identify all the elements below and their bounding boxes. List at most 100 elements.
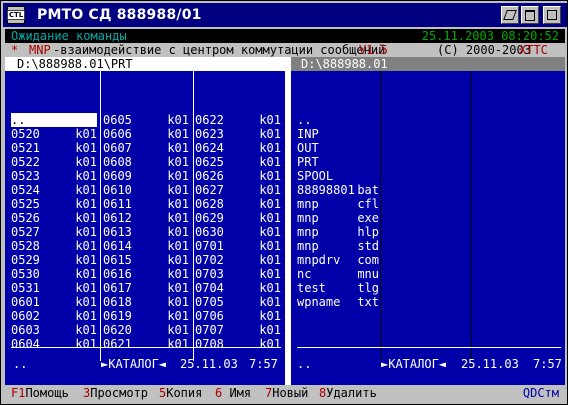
file-item[interactable]: test tlg <box>297 281 379 295</box>
left-file-panel[interactable]: D:\888988.01\PRT .. 0520 k01 0521 k01 0522 k01… <box>5 57 285 387</box>
key-copy[interactable]: 5Копия <box>159 386 202 400</box>
file-item[interactable]: 0621 k01 <box>103 337 189 351</box>
file-item[interactable]: 0618 k01 <box>103 295 189 309</box>
file-item[interactable]: 0628 k01 <box>195 197 281 211</box>
file-item[interactable]: 0619 k01 <box>103 309 189 323</box>
file-item[interactable]: 0612 k01 <box>103 211 189 225</box>
file-item[interactable]: 0620 k01 <box>103 323 189 337</box>
key-rename[interactable]: 6 Имя <box>215 386 251 400</box>
file-name: .. <box>297 113 312 127</box>
file-item[interactable]: 0613 k01 <box>103 225 189 239</box>
file-item[interactable]: 0617 k01 <box>103 281 189 295</box>
file-name: .. <box>11 113 26 127</box>
file-item[interactable]: 0531 k01 <box>11 281 97 295</box>
file-item[interactable]: 0610 k01 <box>103 183 189 197</box>
file-item[interactable]: 0625 k01 <box>195 155 281 169</box>
file-item[interactable]: 0706 k01 <box>195 309 281 323</box>
file-item[interactable]: 0521 k01 <box>11 141 97 155</box>
file-item[interactable]: 0702 k01 <box>195 253 281 267</box>
file-item[interactable]: 0606 k01 <box>103 127 189 141</box>
file-item[interactable]: .. <box>297 113 379 127</box>
file-item[interactable]: 0622 k01 <box>195 113 281 127</box>
maximize-button[interactable] <box>521 6 539 24</box>
file-item[interactable]: wpname txt <box>297 295 379 309</box>
file-item[interactable]: 0626 k01 <box>195 169 281 183</box>
file-item[interactable]: .. <box>11 113 97 127</box>
key-delete[interactable]: 8Удалить <box>319 386 377 400</box>
close-button[interactable] <box>543 6 561 24</box>
file-name: mnp <box>297 197 319 211</box>
file-item[interactable]: 0611 k01 <box>103 197 189 211</box>
file-name: 0617 <box>103 281 132 295</box>
file-item[interactable]: 0609 k01 <box>103 169 189 183</box>
file-item[interactable]: 0630 k01 <box>195 225 281 239</box>
file-name: 88898801 <box>297 183 355 197</box>
file-item[interactable]: 0522 k01 <box>11 155 97 169</box>
key-help[interactable]: F1Помощь <box>11 386 69 400</box>
file-item[interactable]: OUT <box>297 141 379 155</box>
file-item[interactable]: 0616 k01 <box>103 267 189 281</box>
title-bar[interactable]: CTL РМТО СД 888988/01 <box>3 3 567 27</box>
file-item[interactable]: 0708 k01 <box>195 337 281 351</box>
file-item[interactable]: 88898801 bat <box>297 183 379 197</box>
file-ext: k01 <box>75 197 97 211</box>
file-ext: k01 <box>75 253 97 267</box>
file-item[interactable]: 0525 k01 <box>11 197 97 211</box>
file-item[interactable]: PRT <box>297 155 379 169</box>
file-item[interactable]: 0604 k01 <box>11 337 97 351</box>
file-item[interactable]: 0608 k01 <box>103 155 189 169</box>
file-item[interactable]: 0614 k01 <box>103 239 189 253</box>
file-ext: k01 <box>167 323 189 337</box>
file-item[interactable]: 0701 k01 <box>195 239 281 253</box>
file-item[interactable]: mnp exe <box>297 211 379 225</box>
file-item[interactable]: 0629 k01 <box>195 211 281 225</box>
file-item[interactable]: 0627 k01 <box>195 183 281 197</box>
file-item[interactable]: 0705 k01 <box>195 295 281 309</box>
file-item[interactable]: 0526 k01 <box>11 211 97 225</box>
file-ext: k01 <box>75 337 97 351</box>
file-name: 0610 <box>103 183 132 197</box>
file-name: 0618 <box>103 295 132 309</box>
file-item[interactable]: 0624 k01 <box>195 141 281 155</box>
minimize-button[interactable] <box>501 6 519 24</box>
file-item[interactable]: 0520 k01 <box>11 127 97 141</box>
file-ext: k01 <box>75 225 97 239</box>
info-description: -взаимодействие с центром коммутации соо… <box>53 43 386 57</box>
file-item[interactable]: 0603 k01 <box>11 323 97 337</box>
file-item[interactable]: mnp cfl <box>297 197 379 211</box>
file-item[interactable]: 0605 k01 <box>103 113 189 127</box>
file-item[interactable]: mnp hlp <box>297 225 379 239</box>
key-view[interactable]: 3Просмотр <box>83 386 148 400</box>
file-item[interactable]: 0623 k01 <box>195 127 281 141</box>
file-item[interactable]: 0607 k01 <box>103 141 189 155</box>
file-item[interactable]: 0707 k01 <box>195 323 281 337</box>
file-item[interactable]: 0704 k01 <box>195 281 281 295</box>
file-name: 0624 <box>195 141 224 155</box>
file-ext: k01 <box>259 141 281 155</box>
file-ext: k01 <box>75 211 97 225</box>
file-item[interactable]: mnp std <box>297 239 379 253</box>
file-item[interactable]: 0527 k01 <box>11 225 97 239</box>
file-item[interactable]: 0528 k01 <box>11 239 97 253</box>
file-item[interactable]: 0615 k01 <box>103 253 189 267</box>
file-ext: k01 <box>75 239 97 253</box>
file-item[interactable]: 0529 k01 <box>11 253 97 267</box>
file-name: 0604 <box>11 337 40 351</box>
key-new[interactable]: 7Новый <box>265 386 308 400</box>
right-footer-name: .. <box>297 357 312 371</box>
file-item[interactable]: 0524 k01 <box>11 183 97 197</box>
file-item[interactable]: 0601 k01 <box>11 295 97 309</box>
file-item[interactable]: INP <box>297 127 379 141</box>
column-separator <box>193 71 194 361</box>
app-icon[interactable]: CTL <box>6 6 26 24</box>
right-file-panel[interactable]: D:\888988.01 .. INP OUT PRT SPOOL 88898801 bat… <box>291 57 565 387</box>
app-window: CTL РМТО СД 888988/01 Ожидание команды 2… <box>0 0 568 405</box>
file-item[interactable]: nc mnu <box>297 267 379 281</box>
file-item[interactable]: 0530 k01 <box>11 267 97 281</box>
file-item[interactable]: 0523 k01 <box>11 169 97 183</box>
file-item[interactable]: 0602 k01 <box>11 309 97 323</box>
file-name: 0625 <box>195 155 224 169</box>
file-item[interactable]: mnpdrv com <box>297 253 379 267</box>
file-item[interactable]: 0703 k01 <box>195 267 281 281</box>
file-item[interactable]: SPOOL <box>297 169 379 183</box>
